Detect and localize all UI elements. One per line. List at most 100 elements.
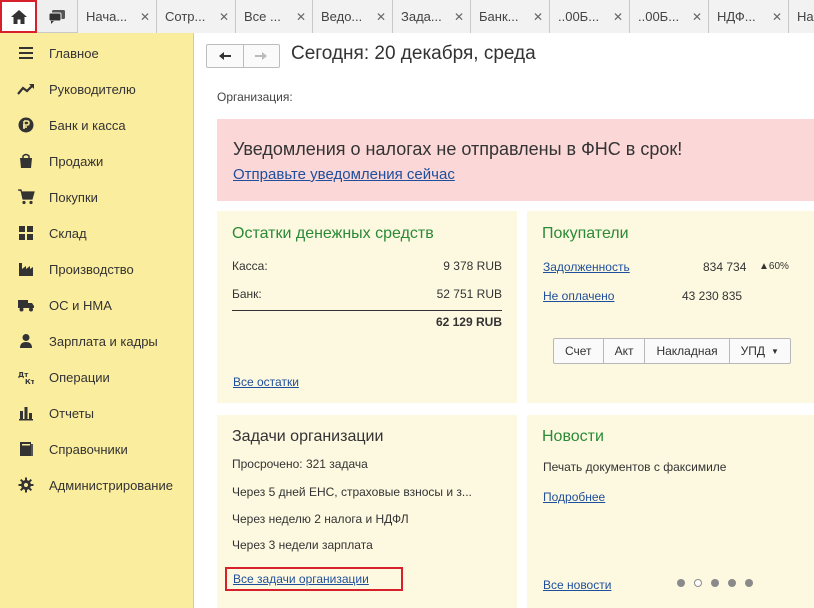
close-icon[interactable]: ✕ [452,10,466,24]
cash-value: 9 378 RUB [443,259,502,273]
card-title: Остатки денежных средств [232,225,434,242]
tab-label: ..00Б... [638,9,680,24]
tab-8[interactable]: НДФ... ✕ [709,0,789,33]
sidebar-item-label: Администрирование [49,477,173,493]
back-button[interactable] [207,45,243,67]
bag-icon [17,152,35,170]
arrow-left-icon [218,52,231,60]
tab-label: НДФ... [717,9,756,24]
menu-icon [17,44,35,62]
waybill-button[interactable]: Накладная [645,339,730,363]
close-icon[interactable]: ✕ [770,10,784,24]
sidebar-item-label: Справочники [49,441,128,457]
close-icon[interactable]: ✕ [294,10,308,24]
sidebar-item-administration[interactable]: Администрирование [0,467,193,503]
document-buttons: Счет Акт Накладная УПД ▼ [553,338,791,364]
tab-4[interactable]: Зада... ✕ [393,0,471,33]
cart-icon [17,188,35,206]
news-item: Печать документов с факсимиле [543,460,727,474]
pager-dot-active[interactable] [694,579,702,587]
unpaid-link[interactable]: Не оплачено [543,289,614,303]
sidebar-item-directories[interactable]: Справочники [0,431,193,467]
sidebar-item-main[interactable]: Главное [0,35,193,71]
cash-balance-card: Остатки денежных средств Касса: 9 378 RU… [217,211,517,403]
sidebar-item-operations[interactable]: Дт Кт Операции [0,359,193,395]
tab-label: Все ... [244,9,281,24]
person-icon [17,332,35,350]
svg-text:Кт: Кт [25,378,34,385]
tab-2[interactable]: Все ... ✕ [236,0,313,33]
debt-value: 834 734 [703,260,747,274]
tax-notification-alert: Уведомления о налогах не отправлены в ФН… [217,119,814,201]
cash-label: Касса: [232,259,268,273]
task-item: Через 5 дней ЕНС, страховые взносы и з..… [232,485,472,499]
close-icon[interactable]: ✕ [138,10,152,24]
sidebar-item-label: ОС и НМА [49,297,112,313]
sidebar-item-production[interactable]: Производство [0,251,193,287]
sidebar-item-reports[interactable]: Отчеты [0,395,193,431]
messages-tab[interactable] [37,0,78,33]
close-icon[interactable]: ✕ [531,10,545,24]
invoice-button[interactable]: Счет [554,339,604,363]
forward-button[interactable] [242,45,280,67]
arrow-right-icon [255,52,268,60]
close-icon[interactable]: ✕ [374,10,388,24]
send-notifications-link[interactable]: Отправьте уведомления сейчас [233,166,455,183]
tab-label: Ведо... [321,9,363,24]
gear-icon [17,476,35,494]
dt-kt-icon: Дт Кт [17,368,35,386]
unpaid-value: 43 230 835 [682,289,743,303]
book-icon [17,440,35,458]
pager-dot[interactable] [677,579,685,587]
sidebar-item-bank[interactable]: Банк и касса [0,107,193,143]
sidebar-item-label: Отчеты [49,405,94,421]
tab-1[interactable]: Сотр... ✕ [157,0,236,33]
home-icon [10,9,27,24]
tab-3[interactable]: Ведо... ✕ [313,0,393,33]
pager-dot[interactable] [745,579,753,587]
all-balances-link[interactable]: Все остатки [233,375,299,389]
tab-0[interactable]: Нача... ✕ [78,0,157,33]
upd-button[interactable]: УПД ▼ [730,339,790,363]
nav-buttons [206,44,280,68]
close-icon[interactable]: ✕ [690,10,704,24]
grid-icon [17,224,35,242]
tasks-card: Задачи организации Просрочено: 321 задач… [217,415,517,608]
act-button[interactable]: Акт [604,339,646,363]
news-card: Новости Печать документов с факсимиле По… [527,415,814,608]
sidebar-item-purchases[interactable]: Покупки [0,179,193,215]
home-tab[interactable] [0,0,37,33]
sidebar-item-warehouse[interactable]: Склад [0,215,193,251]
all-tasks-link[interactable]: Все задачи организации [233,572,369,586]
debt-link[interactable]: Задолженность [543,260,630,274]
tab-9[interactable]: На [789,0,814,33]
tab-7[interactable]: ..00Б... ✕ [630,0,709,33]
sidebar-item-manager[interactable]: Руководителю [0,71,193,107]
main-content: Сегодня: 20 декабря, среда Организация: … [194,33,814,608]
close-icon[interactable]: ✕ [217,10,231,24]
pager-dot[interactable] [728,579,736,587]
sidebar-item-payroll[interactable]: Зарплата и кадры [0,323,193,359]
card-title: Покупатели [542,225,629,242]
all-news-link[interactable]: Все новости [543,578,611,592]
page-title: Сегодня: 20 декабря, среда [291,43,536,64]
more-link[interactable]: Подробнее [543,490,605,504]
sidebar-item-assets[interactable]: ОС и НМА [0,287,193,323]
close-icon[interactable]: ✕ [611,10,625,24]
sidebar-item-label: Банк и касса [49,117,126,133]
sidebar-item-label: Производство [49,261,134,277]
pager-dot[interactable] [711,579,719,587]
tab-label: Сотр... [165,9,206,24]
tab-label: Банк... [479,9,519,24]
tab-6[interactable]: ..00Б... ✕ [550,0,630,33]
total-value: 62 129 RUB [435,315,502,329]
truck-icon [17,296,35,314]
tab-label: ..00Б... [558,9,600,24]
upd-label: УПД [740,344,766,358]
tab-bar: Нача... ✕ Сотр... ✕ Все ... ✕ Ведо... ✕ Зада… [0,0,814,33]
card-title: Задачи организации [232,428,384,445]
sidebar-item-sales[interactable]: Продажи [0,143,193,179]
ruble-icon [17,116,35,134]
bank-label: Банк: [232,287,262,301]
tab-5[interactable]: Банк... ✕ [471,0,550,33]
